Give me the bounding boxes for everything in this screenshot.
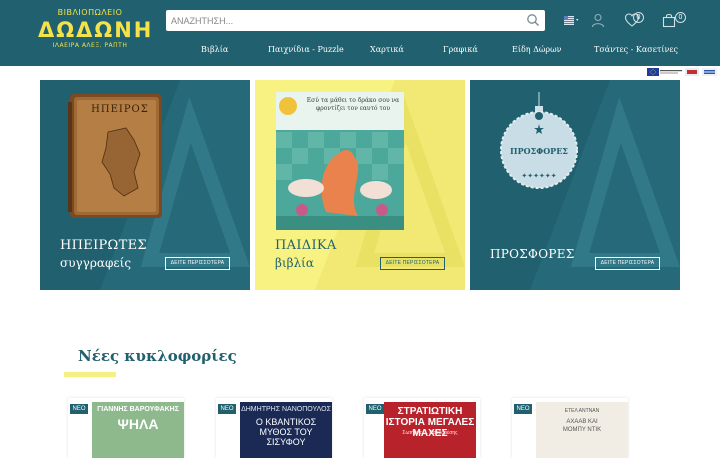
banner-childrens-books[interactable]: Εσύ τα μάθει το δράκο σου να φροντίζει τ… <box>255 80 465 290</box>
nav-item-stationery[interactable]: Γραφικά <box>443 45 478 54</box>
book-author: ΔΗΜΗΤΡΗΣ ΝΑΝΟΠΟΥΛΟΣ <box>241 406 331 413</box>
wishlist-count-badge: 0 <box>633 12 644 23</box>
dragon-book-title: Εσύ τα μάθει το δράκο σου να φροντίζει τ… <box>306 97 400 112</box>
product-card[interactable]: ΝΕΟ ΓΙΑΝΝΗΣ ΒΑΡΟΥΦΑΚΗΣ ΨΗΛΑ <box>68 398 184 458</box>
banner-epirus-authors[interactable]: ΗΠΕΙΡΟΣ ΗΠΕΙΡΩΤΕΣ συγγραφείς ΔΕΙΤΕ ΠΕΡΙΣ… <box>40 80 250 290</box>
new-badge: ΝΕΟ <box>70 404 88 414</box>
search-bar <box>166 10 545 31</box>
banner-title: ΠΑΙΔΙΚΑ <box>275 238 337 253</box>
product-card[interactable]: ΝΕΟ ΣΤΡΑΤΙΩΤΙΚΗ ΙΣΤΟΡΙΑ ΜΕΓΑΛΕΣ ΜΑΧΕΣ Σω… <box>364 398 480 458</box>
site-header: ΒΙΒΛΙΟΠΩΛΕΙΟ ΔΩΔΩΝΗ ΙΛΑΕΙΡΑ ΑΛΕΞ. ΡΑΠΤΗ … <box>0 0 720 66</box>
see-more-button[interactable]: ΔΕΙΤΕ ΠΕΡΙΣΣΟΤΕΡΑ <box>165 257 230 270</box>
offers-tag-icon: ✦✦✦✦✦✦ <box>500 92 578 189</box>
book-title: Ο ΚΒΑΝΤΙΚΟΣ ΜΥΘΟΣ ΤΟΥ ΣΙΣΥΦΟΥ <box>255 417 317 447</box>
logo-line-1: ΒΙΒΛΙΟΠΩΛΕΙΟ <box>57 8 123 17</box>
banner-subtitle: συγγραφείς <box>60 256 132 270</box>
nav-item-gifts[interactable]: Είδη Δώρων <box>512 45 562 54</box>
book-title: ΑΧΑΑΒ ΚΑΙ ΜΟΜΠΥ ΝΤΙΚ <box>562 419 602 433</box>
new-badge: ΝΕΟ <box>218 404 236 414</box>
book-author: Σωτήρης Σ. Βαρβαρέσης <box>402 430 458 436</box>
book-author: ΓΙΑΝΝΗΣ ΒΑΡΟΥΦΑΚΗΣ <box>97 406 179 413</box>
see-more-button[interactable]: ΔΕΙΤΕ ΠΕΡΙΣΣΟΤΕΡΑ <box>380 257 445 270</box>
nav-item-paper-products[interactable]: Χαρτικά <box>370 45 404 54</box>
search-input[interactable] <box>171 12 511 29</box>
main-navigation: Βιβλία Παιχνίδια - Puzzle Χαρτικά Γραφικ… <box>0 45 720 61</box>
cart-count-badge: 0 <box>675 12 686 23</box>
section-title-underline <box>64 372 116 377</box>
language-flag-icon[interactable] <box>564 16 580 25</box>
new-badge: ΝΕΟ <box>366 404 384 414</box>
banner-title: ΠΡΟΣΦΟΡΕΣ <box>490 247 575 261</box>
logo-line-2: ΔΩΔΩΝΗ <box>38 18 154 42</box>
new-badge: ΝΕΟ <box>514 404 532 414</box>
nav-item-toys-puzzles[interactable]: Παιχνίδια - Puzzle <box>268 45 344 54</box>
offers-tag-text: ΠΡΟΣΦΟΡΕΣ <box>510 146 568 156</box>
nav-item-bags-cases[interactable]: Τσάντες - Κασετίνες <box>594 45 678 54</box>
product-card[interactable]: ΝΕΟ ΕΤΕΛ ΑΝΤΝΑΝ ΑΧΑΑΒ ΚΑΙ ΜΟΜΠΥ ΝΤΙΚ <box>512 398 628 458</box>
svg-text:✦✦✦✦✦✦: ✦✦✦✦✦✦ <box>521 172 556 180</box>
see-more-button[interactable]: ΔΕΙΤΕ ΠΕΡΙΣΣΟΤΕΡΑ <box>595 257 660 270</box>
search-icon[interactable] <box>526 13 540 27</box>
book-author: ΕΤΕΛ ΑΝΤΝΑΝ <box>564 408 600 414</box>
product-card[interactable]: ΝΕΟ ΔΗΜΗΤΡΗΣ ΝΑΝΟΠΟΥΛΟΣ Ο ΚΒΑΝΤΙΚΟΣ ΜΥΘΟ… <box>216 398 332 458</box>
banner-subtitle: βιβλία <box>275 256 314 270</box>
banner-title: ΗΠΕΙΡΩΤΕΣ <box>60 238 147 253</box>
banner-offers[interactable]: ✦✦✦✦✦✦ ΠΡΟΣΦΟΡΕΣ ΠΡΟΣΦΟΡΕΣ ΔΕΙΤΕ ΠΕΡΙΣΣΟ… <box>470 80 680 290</box>
user-account-icon[interactable] <box>590 12 606 28</box>
eu-funding-logos <box>647 68 717 76</box>
section-title-new-releases: Νέες κυκλοφορίες <box>78 347 237 365</box>
book-title: ΨΗΛΑ <box>117 416 159 432</box>
epirus-book-title: ΗΠΕΙΡΟΣ <box>91 104 149 115</box>
nav-item-books[interactable]: Βιβλία <box>201 45 228 54</box>
